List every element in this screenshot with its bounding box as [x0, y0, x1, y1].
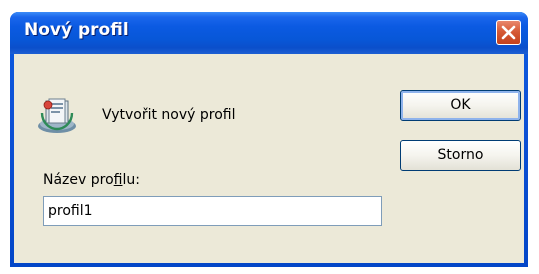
- new-profile-dialog: Nový profil Vytvořit nový profil Název p…: [10, 12, 528, 267]
- close-icon: [501, 25, 516, 40]
- cancel-button[interactable]: Storno: [400, 140, 521, 171]
- create-profile-label: Vytvořit nový profil: [102, 107, 236, 123]
- close-button[interactable]: [496, 20, 521, 45]
- dialog-client-area: Vytvořit nový profil Název profilu: OK S…: [14, 54, 524, 263]
- profile-icon: [38, 98, 76, 133]
- profile-name-label-start: Název pro: [43, 172, 114, 188]
- title-bar[interactable]: Nový profil: [10, 12, 528, 54]
- ok-button[interactable]: OK: [400, 90, 521, 121]
- profile-name-label: Název profilu:: [43, 172, 140, 188]
- profile-name-label-end: ilu:: [122, 172, 140, 188]
- profile-name-input[interactable]: [43, 196, 382, 226]
- dialog-title: Nový profil: [24, 20, 129, 40]
